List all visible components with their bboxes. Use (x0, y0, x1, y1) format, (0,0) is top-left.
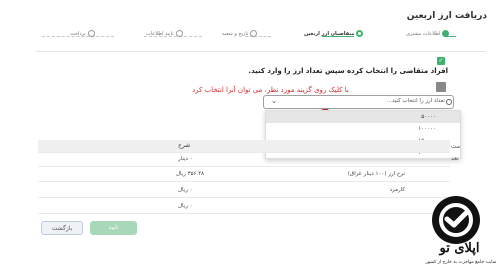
option-label: ۱۰۰۰۰۰ (418, 126, 436, 132)
row-divider (38, 197, 450, 198)
currency-amount-select[interactable]: تعداد ارز را انتخاب کنید... ⌄ (263, 95, 454, 109)
chevron-down-icon[interactable]: ⌄ (271, 97, 277, 105)
step-pending-icon (175, 30, 183, 37)
instruction-text: افراد متقاضی را انتخاب کرده سپس تعداد ار… (248, 67, 448, 75)
select-placeholder: تعداد ارز را انتخاب کنید... (386, 98, 445, 104)
table-row-value: ۳۵۶.۴۸ ریال (176, 171, 205, 177)
option-label: ۵۰۰۰۰ (421, 114, 436, 120)
step-active-icon (356, 30, 364, 37)
table-row-label: کارمزد (389, 187, 405, 193)
row-divider (38, 213, 450, 214)
step-date-branch[interactable]: تاریخ و شعبه (222, 30, 258, 37)
table-row-label: نرخ ارز (۱۰۰ دینار عراق) (347, 171, 405, 177)
radio-icon (446, 99, 452, 105)
step-pending-icon (87, 30, 95, 37)
logo-mark-icon (439, 203, 473, 237)
table-row-value: ۰ ریال (178, 187, 193, 193)
step-label: تایید اطلاعات (146, 30, 174, 37)
table-row-value: ۰ ریال (178, 203, 193, 209)
table-header (38, 140, 450, 152)
logo-tagline: سایت جامع مهاجرت به خارج از کشور (425, 260, 497, 265)
step-pending-icon (250, 30, 258, 37)
step-done-icon (442, 30, 450, 37)
progress-stepper: اطلاعات مشتری متقاضیان ارز اربعین تاریخ … (36, 30, 486, 46)
step-label: پرداخت (70, 30, 86, 37)
row-divider (38, 181, 450, 182)
logo-icon (432, 196, 480, 244)
step-customer-info[interactable]: اطلاعات مشتری (406, 30, 450, 37)
table-side-header: مت (451, 143, 461, 150)
step-confirm-info[interactable]: تایید اطلاعات (146, 30, 183, 37)
row-divider (38, 152, 450, 153)
annotation-text: با کلیک روی گزینه مورد نظر، می توان آنرا… (192, 86, 349, 94)
step-applicants[interactable]: متقاضیان ارز اربعین (304, 30, 364, 37)
dropdown-option[interactable]: ۵۰۰۰۰ (266, 111, 460, 123)
table-side-cell: تعد (451, 155, 459, 162)
confirm-button[interactable]: تایید (90, 221, 137, 235)
logo-name: اپلای تو (439, 241, 480, 256)
table-header-label: شرح (178, 142, 191, 149)
step-payment[interactable]: پرداخت (70, 30, 95, 37)
page-title: دریافت ارز اربعین (406, 11, 487, 21)
divider (36, 51, 486, 52)
step-label: تاریخ و شعبه (222, 30, 249, 37)
applicant-avatar (436, 82, 446, 92)
row-divider (38, 166, 450, 167)
back-button[interactable]: بازگشت (41, 221, 83, 235)
step-label: اطلاعات مشتری (406, 30, 441, 37)
step-label: متقاضیان ارز اربعین (304, 30, 355, 37)
table-row-value: ۰ دینار (178, 156, 193, 162)
dropdown-option[interactable]: ۱۰۰۰۰۰ (266, 123, 460, 135)
applicant-checkbox[interactable]: ✓ (437, 57, 445, 65)
